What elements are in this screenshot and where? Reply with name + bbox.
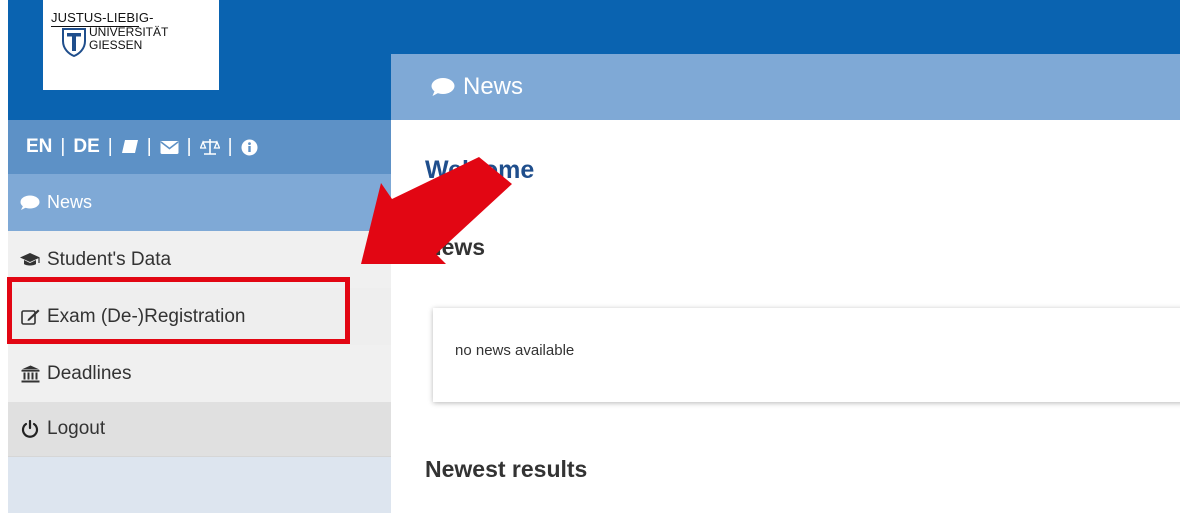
separator: | <box>60 136 66 157</box>
content-header: News <box>391 54 1180 120</box>
annotation-highlight-box <box>7 277 350 344</box>
news-heading: News <box>425 234 486 260</box>
sidebar-item-label: Student's Data <box>47 248 172 270</box>
page-title: News <box>463 73 524 100</box>
graduation-cap-icon <box>19 249 41 271</box>
language-bar: EN | DE | | | | <box>8 120 391 174</box>
sidebar-item-label: Logout <box>47 418 106 439</box>
logo-text-line1: JUSTUS-LIEBIG- <box>51 10 154 25</box>
shield-logo-icon <box>62 28 86 57</box>
sidebar-item-news[interactable]: News <box>8 174 391 231</box>
university-logo[interactable]: JUSTUS-LIEBIG- UNIVERSITÄT GIESSEN <box>43 0 219 90</box>
language-de-link[interactable]: DE <box>73 136 99 158</box>
separator: | <box>227 136 233 157</box>
sidebar-item-deadlines[interactable]: Deadlines <box>8 345 391 402</box>
logo-text-line2: UNIVERSITÄT <box>89 25 169 39</box>
comment-icon <box>431 76 457 98</box>
sidebar-item-label: Deadlines <box>47 362 132 384</box>
logo-text-line3: GIESSEN <box>89 38 143 52</box>
newest-results-heading: Newest results <box>425 456 588 482</box>
welcome-heading: Welcome <box>425 156 535 184</box>
comment-icon <box>19 192 41 214</box>
power-icon <box>19 418 41 440</box>
info-icon[interactable] <box>241 139 258 156</box>
institution-icon <box>19 363 41 385</box>
envelope-icon[interactable] <box>160 140 179 155</box>
separator: | <box>107 136 113 157</box>
separator: | <box>146 136 152 157</box>
book-icon[interactable] <box>121 139 139 155</box>
language-en-link[interactable]: EN <box>26 136 52 158</box>
separator: | <box>186 136 192 157</box>
news-empty-text: no news available <box>455 342 575 359</box>
sidebar-item-label: News <box>47 192 93 212</box>
sidebar-item-logout[interactable]: Logout <box>8 402 391 457</box>
news-card: no news available <box>433 308 1180 402</box>
balance-scale-icon[interactable] <box>199 138 220 156</box>
page-left-margin <box>0 0 8 513</box>
main-content: Welcome News no news available Newest re… <box>391 120 1180 513</box>
